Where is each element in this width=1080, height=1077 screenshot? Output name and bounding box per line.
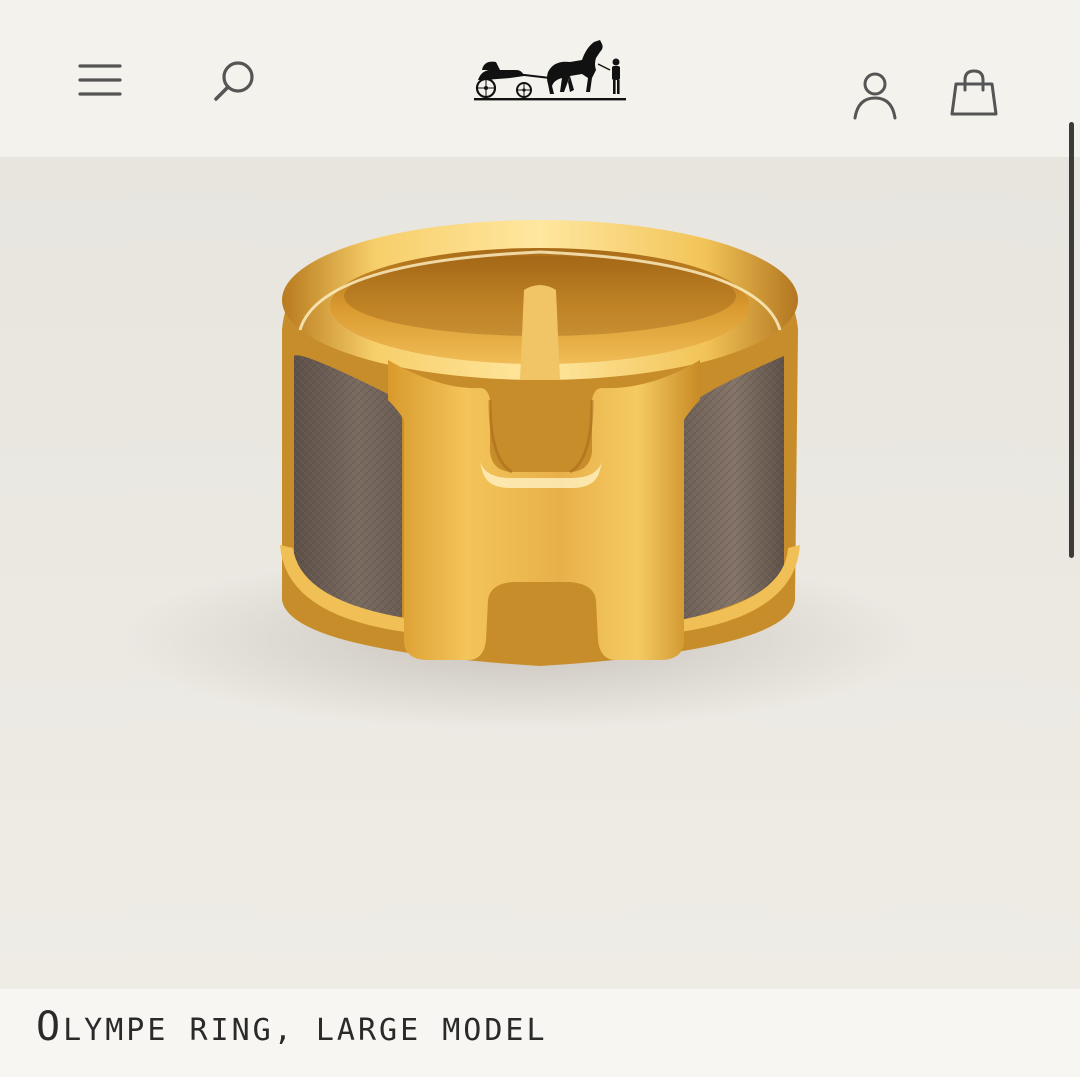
product-title: OLYMPE RING, LARGE MODEL xyxy=(36,1004,548,1050)
hermes-carriage-logo[interactable] xyxy=(470,34,630,104)
search-icon[interactable] xyxy=(210,58,260,104)
site-header xyxy=(0,0,1080,157)
account-icon[interactable] xyxy=(852,70,898,120)
hamburger-menu-icon[interactable] xyxy=(76,60,124,100)
ring-image xyxy=(120,220,920,730)
product-image[interactable] xyxy=(0,157,1080,989)
shopping-bag-icon[interactable] xyxy=(948,68,1000,118)
scrollbar[interactable] xyxy=(1069,122,1074,558)
